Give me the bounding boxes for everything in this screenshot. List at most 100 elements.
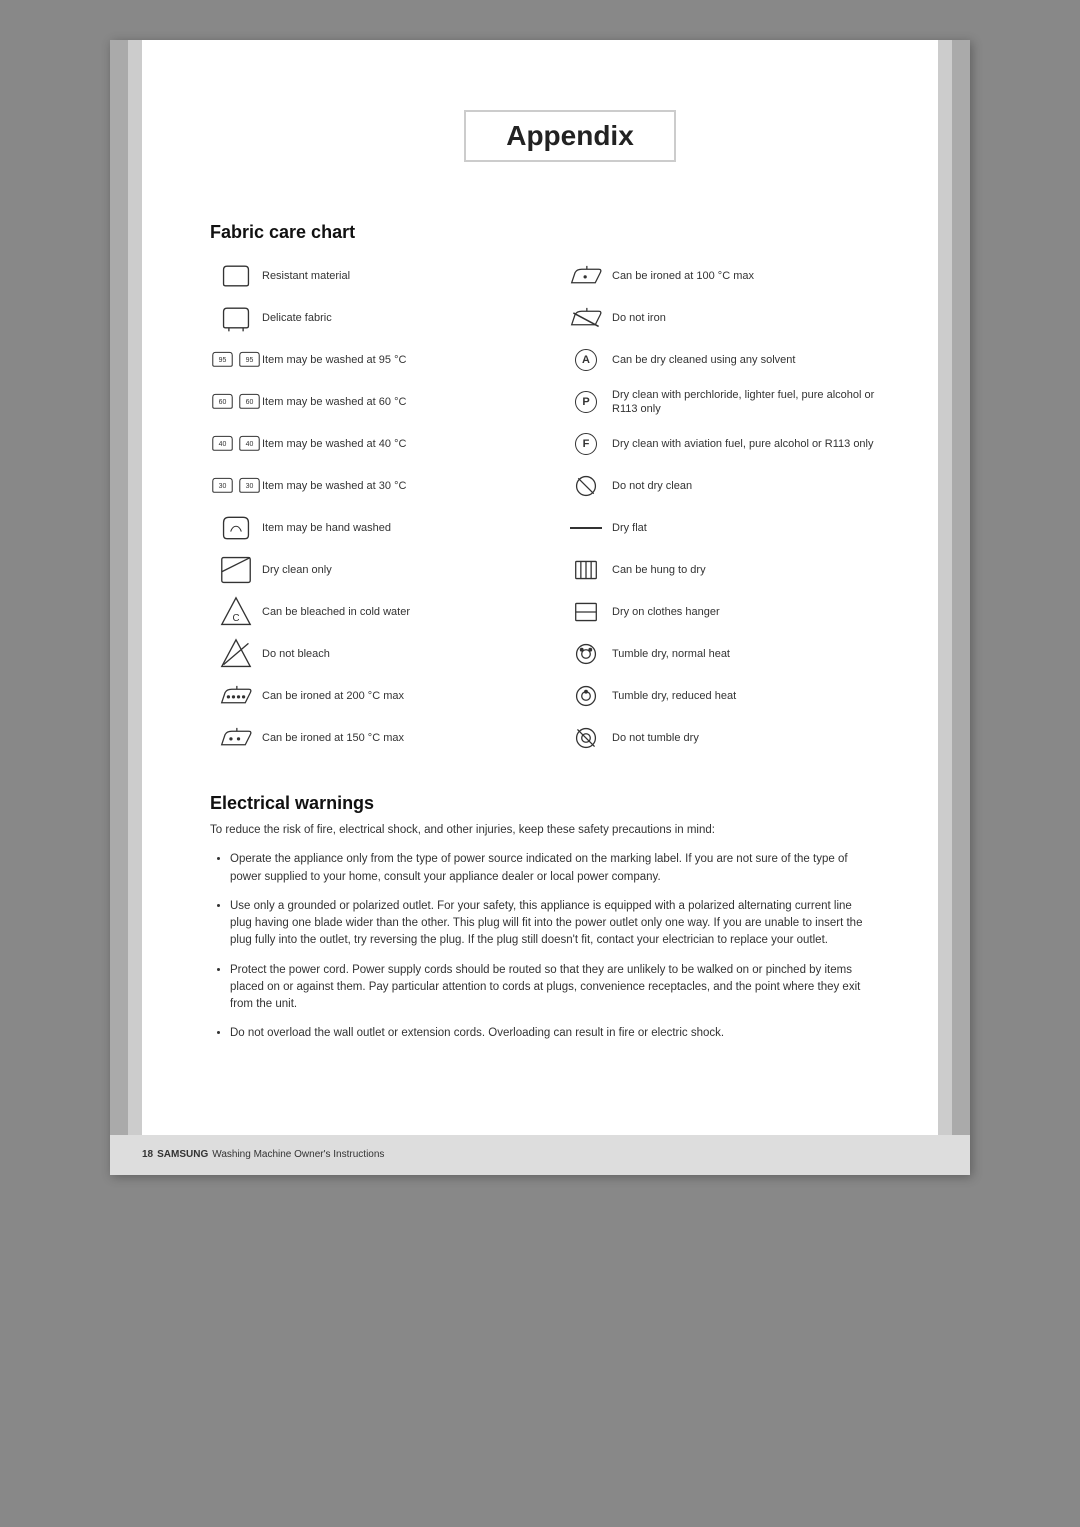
chart-row: Do not iron — [560, 301, 890, 335]
hung-dry-label: Can be hung to dry — [612, 563, 890, 577]
svg-text:30: 30 — [219, 483, 227, 490]
svg-text:95: 95 — [246, 357, 254, 364]
dry-clean-only-label: Dry clean only — [262, 563, 540, 577]
svg-text:60: 60 — [219, 399, 227, 406]
chart-row: 30 30 Item may be washed at 30 °C — [210, 469, 540, 503]
footer-bar: 18SAMSUNGWashing Machine Owner's Instruc… — [110, 1135, 970, 1175]
no-bleach-label: Do not bleach — [262, 647, 540, 661]
wash-60-label: Item may be washed at 60 °C — [262, 395, 540, 409]
circle-p: P — [575, 391, 597, 413]
hand-wash-icon — [210, 512, 262, 544]
chart-row: Can be ironed at 100 °C max — [560, 259, 890, 293]
svg-text:40: 40 — [246, 441, 254, 448]
tumble-reduced-icon — [560, 684, 612, 708]
electrical-intro: To reduce the risk of fire, electrical s… — [210, 822, 870, 839]
chart-row: 95 95 Item may be washed at 95 °C — [210, 343, 540, 377]
bullet-2: Use only a grounded or polarized outlet.… — [230, 898, 870, 950]
chart-row: 40 40 Item may be washed at 40 °C — [210, 427, 540, 461]
chart-row: Resistant material — [210, 259, 540, 293]
dry-clean-p-icon: P — [560, 391, 612, 413]
svg-text:95: 95 — [219, 357, 227, 364]
chart-row: Dry on clothes hanger — [560, 595, 890, 629]
wash-30-label: Item may be washed at 30 °C — [262, 479, 540, 493]
iron-150-label: Can be ironed at 150 °C max — [262, 731, 540, 745]
iron-200-icon — [210, 680, 262, 712]
chart-row: 60 60 Item may be washed at 60 °C — [210, 385, 540, 419]
left-bar — [110, 40, 128, 1175]
chart-row: Do not dry clean — [560, 469, 890, 503]
page: Appendix Fabric care chart Resistant mat… — [110, 40, 970, 1175]
delicate-fabric-icon — [210, 302, 262, 334]
dry-flat-label: Dry flat — [612, 521, 890, 535]
chart-row: A Can be dry cleaned using any solvent — [560, 343, 890, 377]
chart-row: C Can be bleached in cold water — [210, 595, 540, 629]
no-iron-label: Do not iron — [612, 311, 890, 325]
no-bleach-icon — [210, 638, 262, 670]
svg-text:C: C — [232, 613, 239, 624]
dry-clean-f-icon: F — [560, 433, 612, 455]
tumble-normal-icon — [560, 642, 612, 666]
right-bar-inner — [938, 40, 952, 1175]
tumble-reduced-label: Tumble dry, reduced heat — [612, 689, 890, 703]
chart-row: Can be ironed at 200 °C max — [210, 679, 540, 713]
electrical-section: Electrical warnings To reduce the risk o… — [210, 793, 870, 1043]
hand-wash-label: Item may be hand washed — [262, 521, 540, 535]
circle-a: A — [575, 349, 597, 371]
left-bar-inner — [128, 40, 142, 1175]
svg-text:40: 40 — [219, 441, 227, 448]
chart-row: Dry clean only — [210, 553, 540, 587]
circle-f: F — [575, 433, 597, 455]
bullet-1: Operate the appliance only from the type… — [230, 851, 870, 886]
no-dry-clean-label: Do not dry clean — [612, 479, 890, 493]
chart-row: Tumble dry, reduced heat — [560, 679, 890, 713]
fabric-chart: Resistant material Delicate fabric — [210, 259, 890, 763]
chart-row: Dry flat — [560, 511, 890, 545]
chart-row: Item may be hand washed — [210, 511, 540, 545]
electrical-title: Electrical warnings — [210, 793, 870, 814]
dry-flat-icon — [560, 520, 612, 536]
no-tumble-icon — [560, 726, 612, 750]
hanger-dry-icon — [560, 600, 612, 624]
bullet-4: Do not overload the wall outlet or exten… — [230, 1025, 870, 1042]
wash-60-icon: 60 60 — [210, 389, 262, 415]
svg-text:30: 30 — [246, 483, 254, 490]
wash-40-label: Item may be washed at 40 °C — [262, 437, 540, 451]
hanger-dry-label: Dry on clothes hanger — [612, 605, 890, 619]
wash-30-icon: 30 30 — [210, 473, 262, 499]
iron-200-label: Can be ironed at 200 °C max — [262, 689, 540, 703]
chart-row: P Dry clean with perchloride, lighter fu… — [560, 385, 890, 419]
chart-left-col: Resistant material Delicate fabric — [210, 259, 540, 763]
bleach-cold-icon: C — [210, 596, 262, 628]
dry-clean-only-icon — [210, 554, 262, 586]
right-bar — [952, 40, 970, 1175]
no-tumble-label: Do not tumble dry — [612, 731, 890, 745]
resistant-material-label: Resistant material — [262, 269, 540, 283]
iron-100-label: Can be ironed at 100 °C max — [612, 269, 890, 283]
tumble-normal-label: Tumble dry, normal heat — [612, 647, 890, 661]
dry-clean-any-label: Can be dry cleaned using any solvent — [612, 353, 890, 367]
delicate-fabric-label: Delicate fabric — [262, 311, 540, 325]
wash-40-icon: 40 40 — [210, 431, 262, 457]
chart-row: Tumble dry, normal heat — [560, 637, 890, 671]
chart-right-col: Can be ironed at 100 °C max Do not iron … — [560, 259, 890, 763]
no-iron-icon — [560, 302, 612, 334]
chart-row: Can be hung to dry — [560, 553, 890, 587]
title-box: Appendix — [464, 110, 676, 162]
chart-row: Do not bleach — [210, 637, 540, 671]
wash-95-label: Item may be washed at 95 °C — [262, 353, 540, 367]
iron-150-icon — [210, 722, 262, 754]
bullet-3: Protect the power cord. Power supply cor… — [230, 962, 870, 1014]
chart-row: Delicate fabric — [210, 301, 540, 335]
bleach-cold-label: Can be bleached in cold water — [262, 605, 540, 619]
electrical-bullets: Operate the appliance only from the type… — [230, 851, 870, 1042]
iron-100-icon — [560, 260, 612, 292]
dry-clean-p-label: Dry clean with perchloride, lighter fuel… — [612, 388, 890, 417]
chart-row: Can be ironed at 150 °C max — [210, 721, 540, 755]
no-dry-clean-icon — [560, 474, 612, 498]
chart-row: Do not tumble dry — [560, 721, 890, 755]
dry-clean-f-label: Dry clean with aviation fuel, pure alcoh… — [612, 437, 890, 451]
wash-95-icon: 95 95 — [210, 347, 262, 373]
hung-dry-icon — [560, 558, 612, 582]
resistant-material-icon — [210, 260, 262, 292]
page-title: Appendix — [506, 120, 634, 152]
